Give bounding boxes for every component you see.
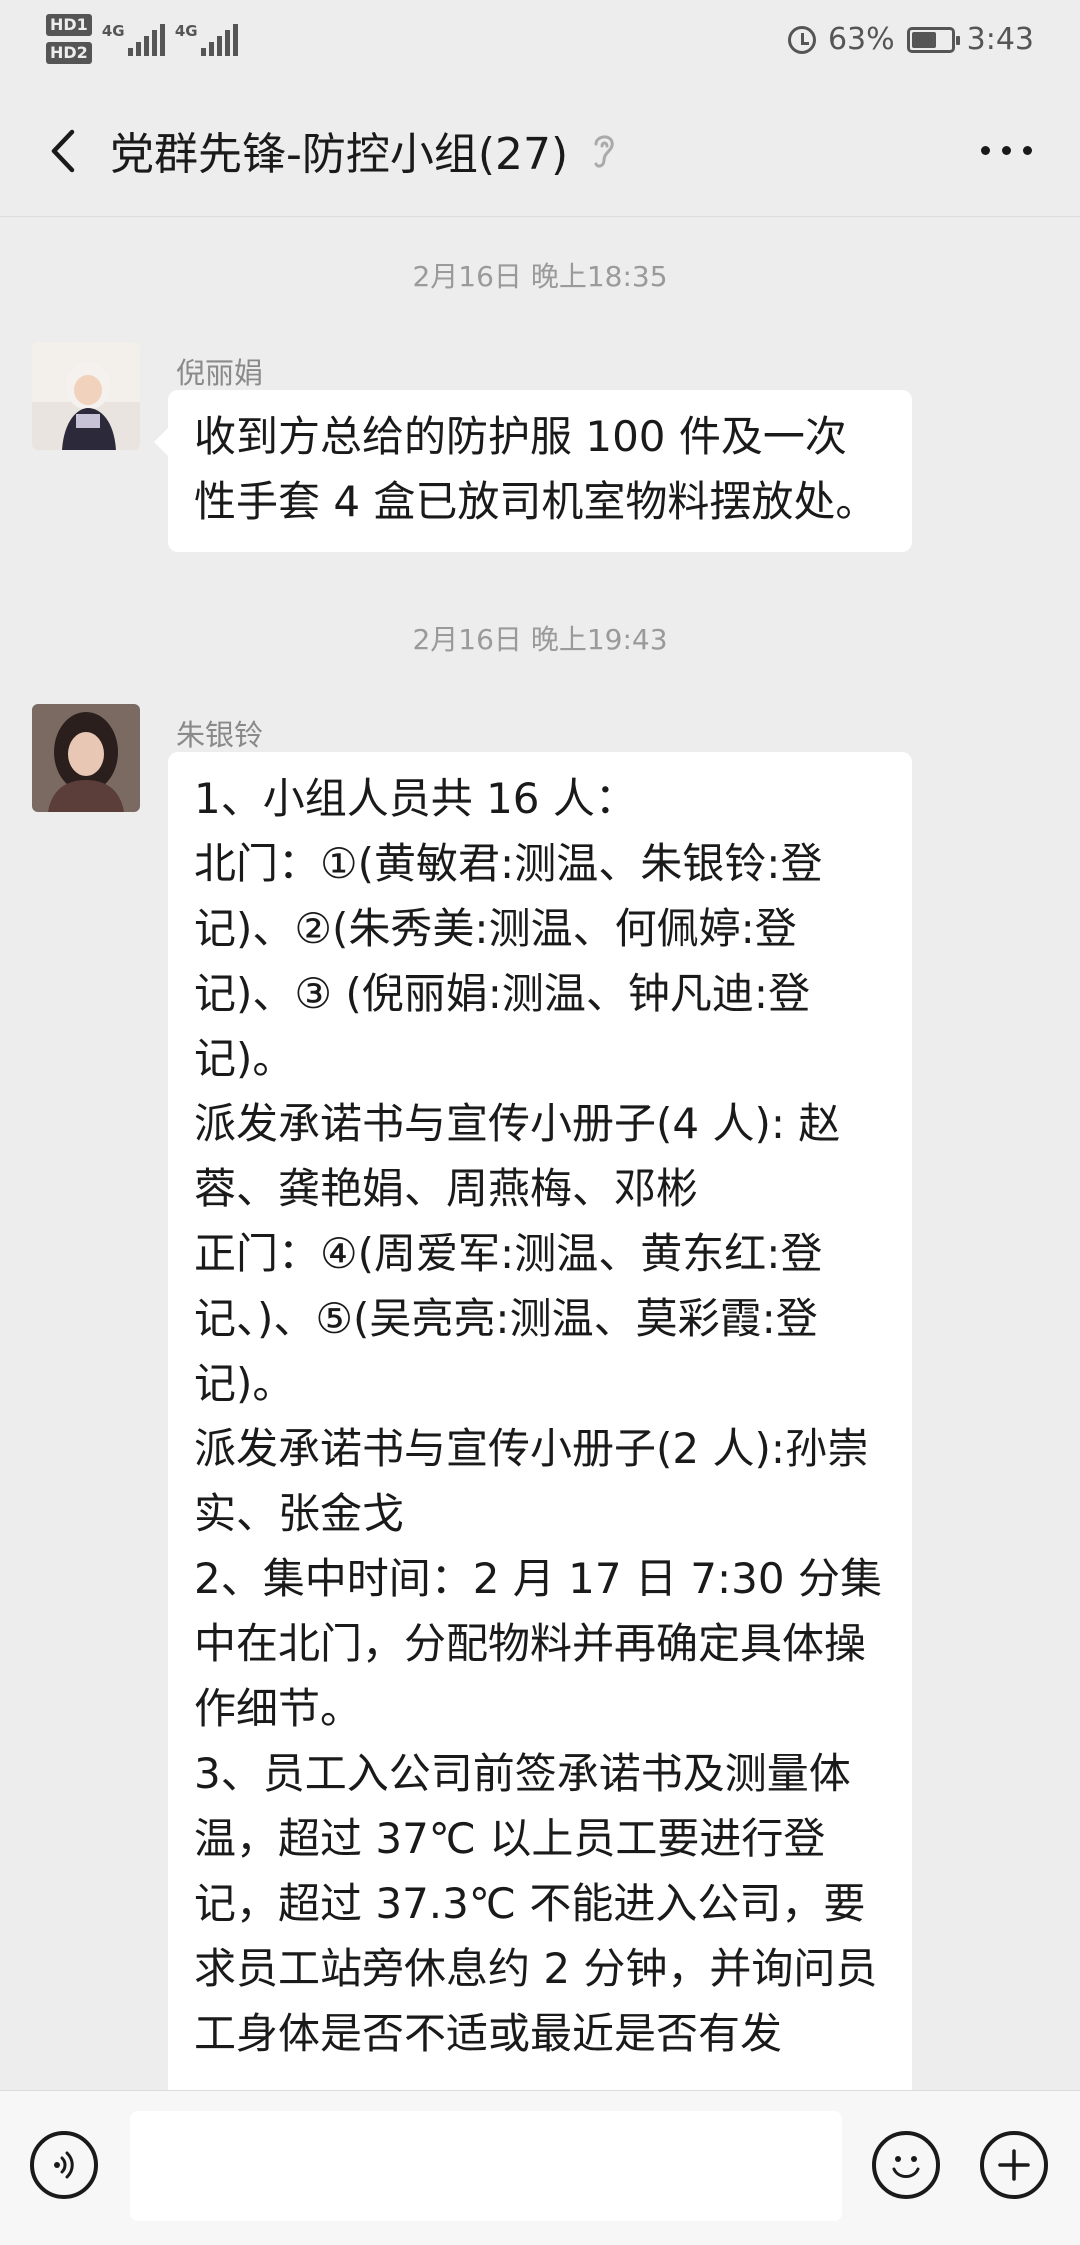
voice-icon[interactable] [30, 2131, 98, 2199]
plus-icon[interactable] [980, 2131, 1048, 2199]
signal-indicators: HD1 HD2 4G 4G [46, 14, 238, 64]
status-right: 63% 3:43 [787, 22, 1034, 57]
hd1-badge: HD1 [46, 14, 92, 36]
network-type-1: 4G [101, 22, 125, 40]
sender-name: 朱银铃 [176, 718, 264, 752]
alarm-icon [787, 25, 816, 54]
chat-title: 党群先锋-防控小组(27) [110, 129, 569, 180]
battery-percent: 63% [827, 22, 895, 57]
message-bubble[interactable]: 收到方总给的防护服 100 件及一次性手套 4 盒已放司机室物料摆放处。 [154, 390, 912, 552]
message-input[interactable] [130, 2111, 842, 2221]
message-text: 收到方总给的防护服 100 件及一次性手套 4 盒已放司机室物料摆放处。 [194, 412, 878, 526]
avatar[interactable] [32, 342, 140, 450]
battery-icon [906, 26, 960, 53]
signal-2-icon: 4G [175, 22, 238, 56]
hd2-badge: HD2 [46, 42, 92, 64]
network-type-2: 4G [174, 22, 198, 40]
timestamp: 2月16日 晚上19:43 [412, 623, 668, 656]
message-text: 1、小组人员共 16 人： 北门：①(黄敏君:测温、朱银铃:登记)、②(朱秀美:… [194, 774, 882, 2058]
avatar[interactable] [32, 704, 140, 812]
more-dots-icon[interactable] [981, 146, 1032, 155]
signal-1-icon: 4G [102, 22, 165, 56]
hd-badges: HD1 HD2 [46, 14, 92, 64]
sender-name: 倪丽娟 [176, 356, 264, 390]
status-bar: HD1 HD2 4G 4G 63% 3:43 [0, 0, 1080, 88]
chevron-left-icon[interactable] [40, 126, 90, 176]
emoji-icon[interactable] [872, 2131, 940, 2199]
message-bubble[interactable]: 1、小组人员共 16 人： 北门：①(黄敏君:测温、朱银铃:登记)、②(朱秀美:… [168, 752, 912, 2152]
ear-icon [594, 135, 614, 168]
timestamp: 2月16日 晚上18:35 [412, 260, 668, 293]
input-bar [0, 2090, 1080, 2245]
clock: 3:43 [966, 22, 1034, 57]
chat-header: 党群先锋-防控小组(27) [0, 88, 1080, 217]
battery-fill [911, 31, 936, 48]
